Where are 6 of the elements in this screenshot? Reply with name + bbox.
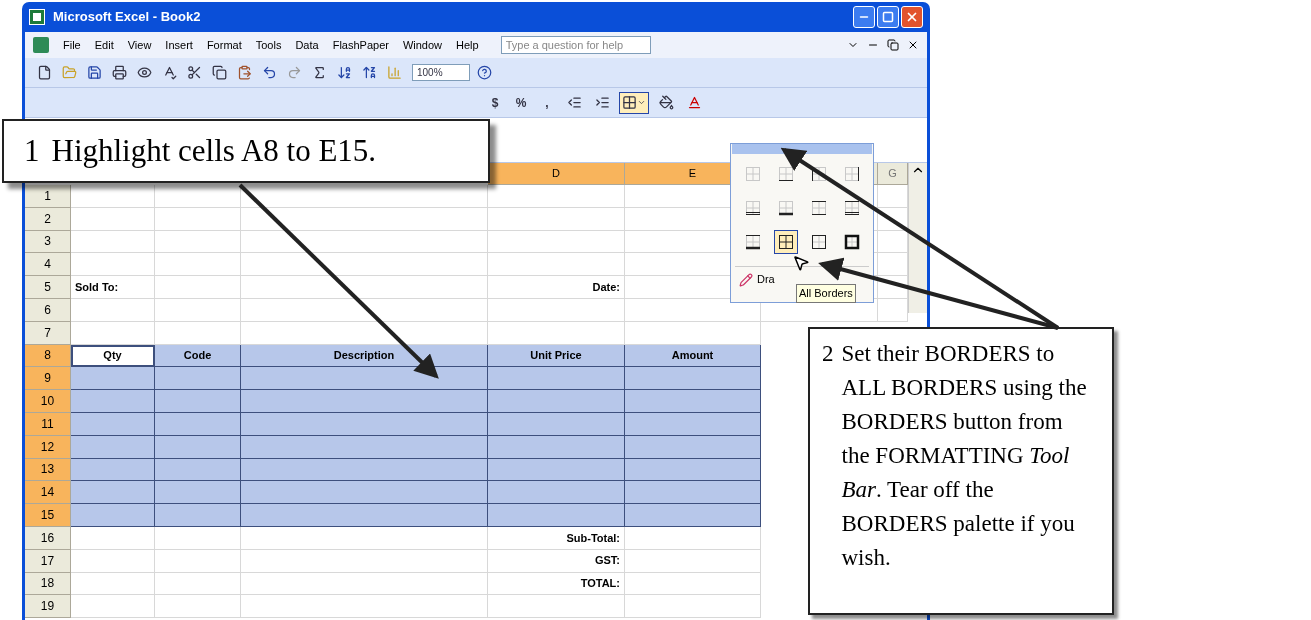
window-title: Microsoft Excel - Book2	[53, 8, 201, 27]
callout-text: Highlight cells A8 to E15.	[51, 131, 377, 170]
callout-text: Set their BORDERS to ALL BORDERS using the BORDERS button from the FORMATTING Tool Bar. Tear off the BORDERS palette if you wish.	[841, 340, 1088, 572]
step-number: 2	[822, 340, 834, 368]
tooltip: All Borders	[796, 284, 856, 303]
step-number: 1	[24, 131, 40, 170]
